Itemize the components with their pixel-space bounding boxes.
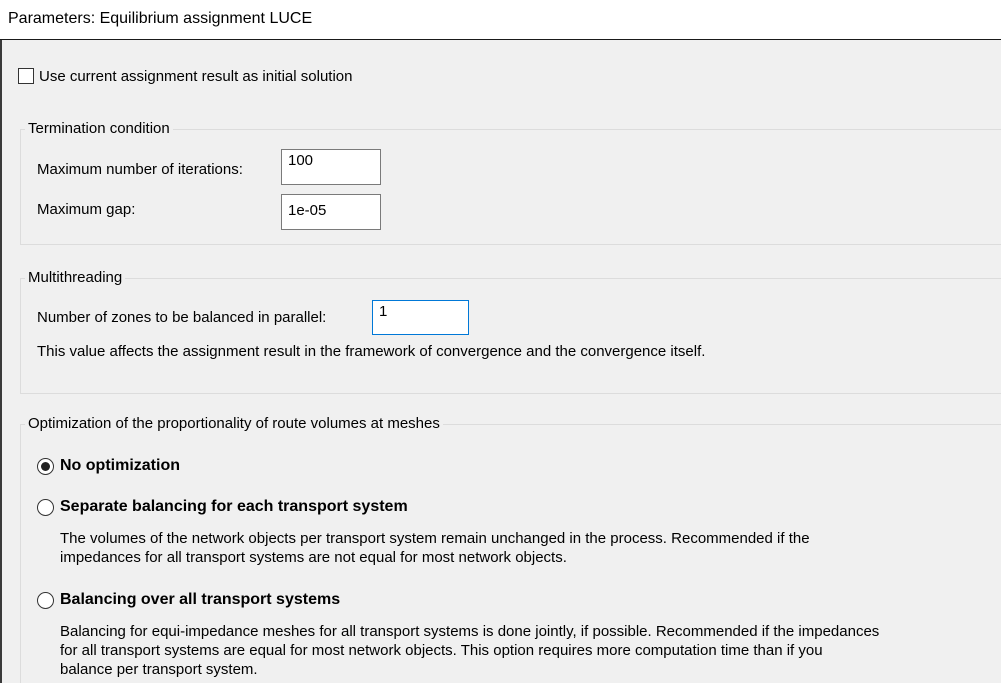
max-iterations-input[interactable]: 100 [281,149,381,185]
dialog-titlebar: Parameters: Equilibrium assignment LUCE [0,0,1001,40]
zones-parallel-label: Number of zones to be balanced in parall… [37,309,327,326]
description-line: balance per transport system. [60,661,258,678]
max-iterations-value: 100 [288,152,314,169]
radio-selected-dot [41,462,50,471]
description-line: The volumes of the network objects per t… [60,530,810,547]
dialog-title: Parameters: Equilibrium assignment LUCE [8,10,313,27]
radio-label: Separate balancing for each transport sy… [60,498,408,515]
radio-button[interactable] [37,499,54,516]
balancing-all-description: Balancing for equi-impedance meshes for … [60,622,1000,679]
max-iterations-label: Maximum number of iterations: [37,161,243,178]
radio-button[interactable] [37,592,54,609]
radio-button-selected[interactable] [37,458,54,475]
termination-legend: Termination condition [25,120,173,137]
description-line: impedances for all transport systems are… [60,549,567,566]
description-line: Balancing for equi-impedance meshes for … [60,623,880,640]
description-line: for all transport systems are equal for … [60,642,823,659]
termination-group: Termination condition [20,120,1001,245]
max-gap-input[interactable]: 1e-05 [281,194,381,230]
multithreading-note: This value affects the assignment result… [37,343,706,360]
separate-balancing-description: The volumes of the network objects per t… [60,529,1000,567]
multithreading-group: Multithreading [20,269,1001,394]
initial-solution-label: Use current assignment result as initial… [39,68,353,85]
zones-parallel-value: 1 [379,303,388,320]
zones-parallel-input[interactable]: 1 [372,300,469,335]
dialog-left-border [0,40,2,683]
initial-solution-checkbox[interactable] [18,68,34,84]
radio-label: No optimization [60,457,180,474]
radio-label: Balancing over all transport systems [60,591,341,608]
max-gap-value: 1e-05 [288,202,327,219]
multithreading-legend: Multithreading [25,269,126,286]
max-gap-label: Maximum gap: [37,201,136,218]
optimization-legend: Optimization of the proportionality of r… [25,415,443,432]
